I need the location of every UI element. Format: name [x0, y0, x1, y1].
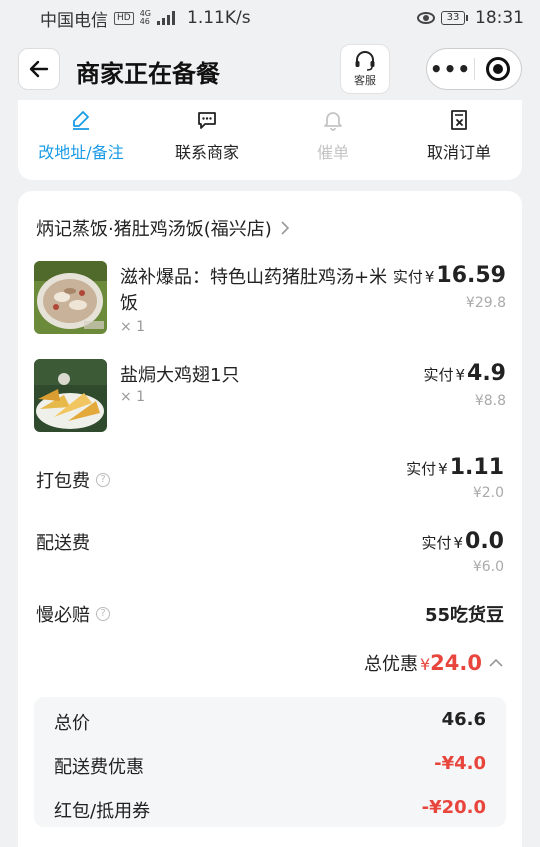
- eye-comfort-icon: [417, 12, 435, 24]
- item-paid-price: 实付 ¥ 4.9: [423, 361, 506, 386]
- summary-value: -¥4.0: [434, 753, 486, 774]
- summary-value: -¥20.0: [421, 797, 486, 818]
- target-icon: [485, 57, 510, 81]
- summary-row: 总价 46.6: [54, 709, 486, 735]
- customer-service-button[interactable]: 客服: [340, 44, 390, 94]
- price-summary: 总价 46.6 配送费优惠 -¥4.0 红包/抵用券 -¥20.0: [34, 697, 506, 827]
- headset-icon: [355, 51, 375, 71]
- item-original-price: ¥8.8: [474, 393, 506, 409]
- food-thumbnail: [34, 261, 107, 334]
- item-quantity: × 1: [120, 319, 146, 335]
- chevron-up-icon: [489, 658, 503, 667]
- cancel-order-button[interactable]: 取消订单: [396, 100, 522, 180]
- cancel-document-icon: [451, 110, 467, 130]
- signal-icon: [157, 11, 175, 25]
- customer-service-label: 客服: [354, 74, 376, 87]
- delivery-fee-label: 配送费: [36, 533, 90, 554]
- order-item: 盐焗大鸡翅1只 × 1 实付 ¥ 4.9 ¥8.8: [34, 359, 506, 439]
- edit-address-label: 改地址/备注: [38, 143, 124, 162]
- delivery-fee-row: 配送费 实付 ¥ 0.0 ¥6.0: [36, 527, 504, 577]
- delay-compensation-value: 55吃货豆: [424, 605, 504, 626]
- carrier-name: 中国电信: [40, 10, 108, 31]
- summary-value: 46.6: [441, 709, 486, 730]
- arrow-left-icon: [29, 60, 49, 78]
- bell-icon: [324, 112, 342, 131]
- urge-order-label: 催单: [316, 143, 349, 162]
- item-original-price: ¥29.8: [465, 295, 506, 311]
- help-icon[interactable]: ?: [96, 473, 110, 487]
- delay-compensation-row: 慢必赔 ? 55吃货豆: [36, 599, 504, 629]
- total-discount-value: 24.0: [430, 651, 482, 675]
- help-icon[interactable]: ?: [96, 607, 110, 621]
- contact-merchant-label: 联系商家: [174, 143, 239, 162]
- item-quantity: × 1: [120, 389, 146, 405]
- back-button[interactable]: [18, 48, 60, 90]
- item-name: 滋补爆品：特色山药猪肚鸡汤+米饭: [120, 267, 388, 314]
- network-type: 4G 46: [139, 9, 151, 26]
- packaging-fee-label-group: 打包费 ?: [36, 467, 110, 493]
- item-name: 盐焗大鸡翅1只: [120, 365, 240, 386]
- edit-address-button[interactable]: 改地址/备注: [18, 100, 144, 180]
- hd-badge: HD: [114, 11, 134, 25]
- total-discount-toggle[interactable]: 总优惠 ¥ 24.0: [364, 650, 504, 676]
- summary-label: 总价: [54, 713, 90, 734]
- packaging-fee-original: ¥2.0: [472, 485, 504, 501]
- packaging-fee-row: 打包费 ? 实付 ¥ 1.11 ¥2.0: [36, 453, 504, 503]
- packaging-fee-paid: 实付 ¥ 1.11: [406, 455, 504, 480]
- summary-label: 红包/抵用券: [54, 801, 151, 822]
- food-thumbnail: [34, 359, 107, 432]
- delivery-fee-original: ¥6.0: [472, 559, 504, 575]
- more-button[interactable]: •••: [427, 57, 474, 81]
- shop-name: 炳记蒸饭·猪肚鸡汤饭(福兴店): [36, 219, 272, 240]
- delivery-fee-paid: 实付 ¥ 0.0: [421, 529, 504, 554]
- total-discount-label: 总优惠: [363, 654, 418, 675]
- battery-icon: 33: [441, 11, 468, 25]
- close-program-button[interactable]: [475, 57, 521, 81]
- chevron-right-icon: [281, 221, 289, 235]
- shop-link[interactable]: 炳记蒸饭·猪肚鸡汤饭(福兴店): [36, 215, 290, 241]
- summary-row: 配送费优惠 -¥4.0: [54, 753, 486, 779]
- clock: 18:31: [475, 8, 524, 28]
- summary-row: 红包/抵用券 -¥20.0: [54, 797, 486, 823]
- navigation-bar: 商家正在备餐 客服 •••: [0, 40, 540, 100]
- order-item: 滋补爆品：特色山药猪肚鸡汤+米饭 × 1 实付 ¥ 16.59 ¥29.8: [34, 261, 506, 341]
- mini-program-capsule: •••: [426, 48, 522, 90]
- order-actions: 改地址/备注 联系商家 催单 取消订单: [18, 100, 522, 180]
- contact-merchant-button[interactable]: 联系商家: [144, 100, 270, 180]
- status-bar: 中国电信 HD 4G 46 1.11K/s 33 18:31: [0, 0, 540, 36]
- network-speed: 1.11K/s: [187, 8, 251, 28]
- item-paid-price: 实付 ¥ 16.59: [392, 263, 506, 288]
- chat-icon: [198, 112, 216, 129]
- cancel-order-label: 取消订单: [426, 143, 491, 162]
- total-discount-currency: ¥: [419, 655, 431, 674]
- summary-label: 配送费优惠: [54, 757, 144, 778]
- delivery-fee-label-group: 配送费: [36, 529, 90, 555]
- delay-compensation-label-group: 慢必赔 ?: [36, 601, 110, 627]
- delay-compensation-label: 慢必赔: [36, 605, 90, 626]
- packaging-fee-label: 打包费: [36, 471, 90, 492]
- pencil-icon: [73, 111, 89, 130]
- urge-order-button[interactable]: 催单: [270, 100, 396, 180]
- page-title: 商家正在备餐: [76, 60, 220, 88]
- order-detail-card: 炳记蒸饭·猪肚鸡汤饭(福兴店) 滋补爆品：特色山药猪肚鸡汤+米饭 × 1 实付 …: [18, 191, 522, 847]
